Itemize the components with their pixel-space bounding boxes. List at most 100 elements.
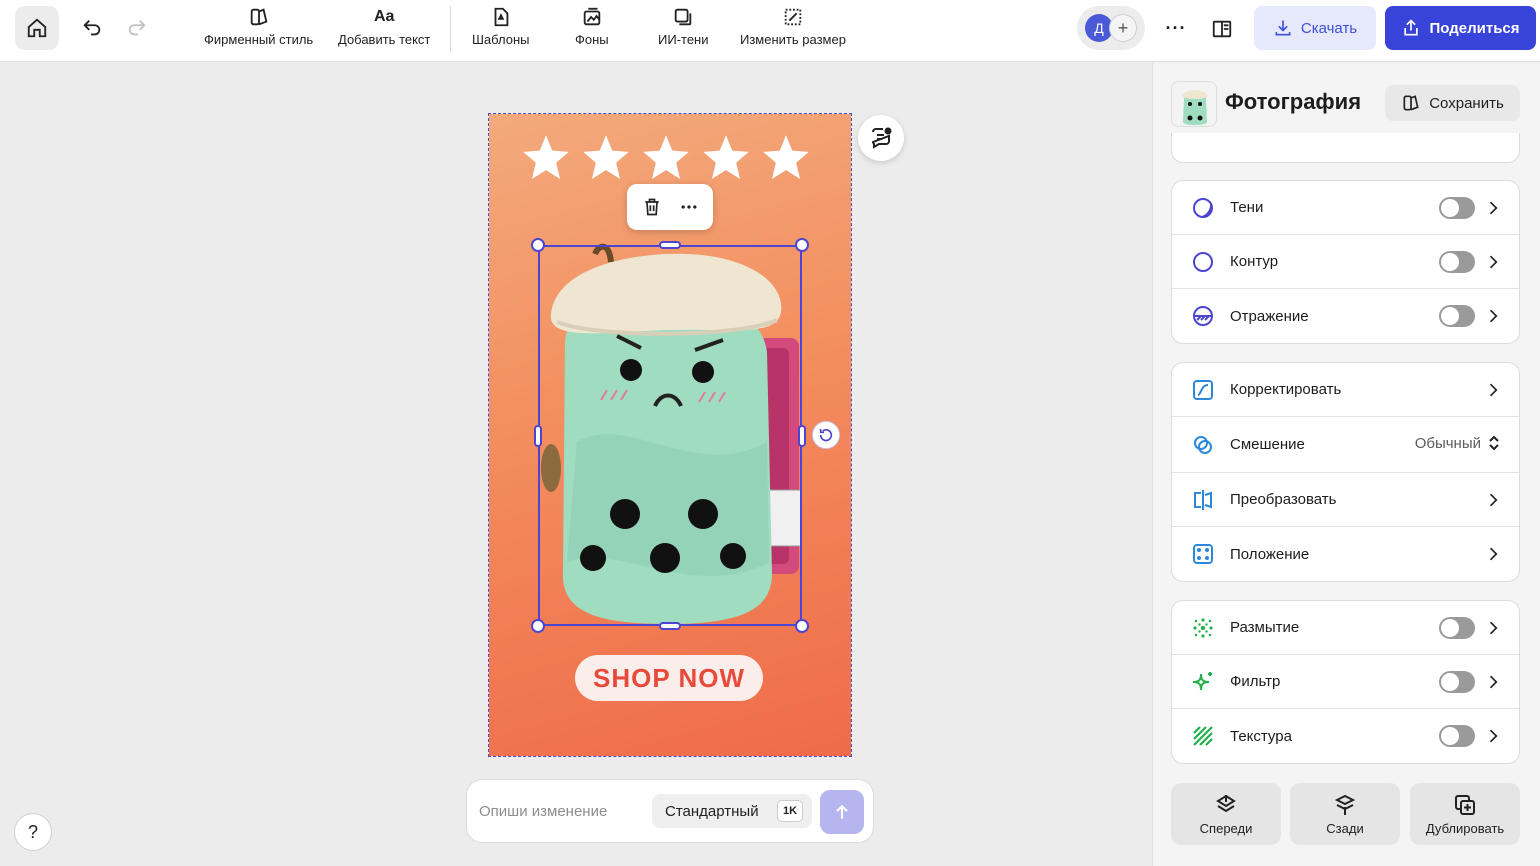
home-icon (27, 18, 47, 38)
tool-resize[interactable]: Изменить размер (740, 6, 846, 47)
filter-toggle[interactable] (1439, 671, 1475, 693)
outline-toggle[interactable] (1439, 251, 1475, 273)
row-filter[interactable]: Фильтр (1172, 655, 1519, 709)
duplicate-icon (1455, 794, 1475, 815)
outline-icon (1193, 251, 1213, 272)
resize-handle-ne[interactable] (795, 238, 809, 252)
shop-now-cta[interactable]: SHOP NOW (575, 655, 763, 701)
row-texture[interactable]: Текстура (1172, 709, 1519, 763)
element-context-menu (627, 184, 713, 230)
row-label: Текстура (1230, 727, 1292, 745)
more-button[interactable]: ··· (1160, 12, 1192, 44)
resize-handle-sw[interactable] (531, 619, 545, 633)
resize-handle-s[interactable] (659, 622, 681, 630)
send-button[interactable] (820, 790, 864, 834)
selection-frame[interactable] (538, 245, 802, 626)
comment-button[interactable] (858, 115, 904, 161)
send-back-icon (1334, 794, 1356, 815)
row-label: Положение (1230, 545, 1310, 563)
brand-style-icon (1403, 95, 1419, 111)
send-to-back-button[interactable]: Сзади (1290, 783, 1400, 845)
row-shadow[interactable]: Тени (1172, 181, 1519, 235)
download-button[interactable]: Скачать (1254, 6, 1376, 50)
tool-label: Фоны (575, 32, 609, 47)
star-icon (583, 135, 629, 180)
resolution-badge: 1K (777, 800, 803, 822)
rotate-handle[interactable] (812, 421, 840, 449)
rotate-icon (819, 429, 833, 442)
quality-label: Стандартный (665, 802, 759, 820)
blur-toggle[interactable] (1439, 617, 1475, 639)
tool-backgrounds[interactable]: Фоны (575, 6, 609, 47)
resize-handle-w[interactable] (534, 425, 542, 447)
resize-handle-e[interactable] (798, 425, 806, 447)
ai-prompt-bar: Стандартный 1K (466, 779, 874, 843)
reflection-toggle[interactable] (1439, 305, 1475, 327)
chevron-right-icon (1489, 493, 1498, 507)
share-button[interactable]: Поделиться (1385, 6, 1536, 50)
blend-icon (1194, 435, 1212, 454)
tool-label: Добавить текст (338, 32, 431, 47)
row-reflection[interactable]: Отражение (1172, 289, 1519, 343)
save-style-button[interactable]: Сохранить (1385, 85, 1520, 121)
prompt-input[interactable] (479, 796, 649, 826)
undo-button[interactable] (74, 10, 110, 46)
templates-icon (494, 7, 509, 27)
shadow-toggle[interactable] (1439, 197, 1475, 219)
chevron-right-icon (1489, 383, 1498, 397)
adjust-icon (1193, 379, 1213, 400)
redo-button[interactable] (119, 10, 155, 46)
bring-to-front-button[interactable]: Спереди (1171, 783, 1281, 845)
save-label: Сохранить (1429, 94, 1504, 112)
brand-style-icon (250, 8, 268, 26)
chevron-right-icon (1489, 201, 1498, 215)
photo-thumbnail (1171, 81, 1217, 127)
duplicate-button[interactable]: Дублировать (1410, 783, 1520, 845)
resize-handle-n[interactable] (659, 241, 681, 249)
ai-shadows-icon (675, 8, 692, 26)
row-label: Размытие (1230, 619, 1300, 636)
bottom-label: Сзади (1326, 820, 1364, 836)
home-button[interactable] (15, 6, 59, 50)
tool-label: Изменить размер (740, 32, 846, 47)
resize-icon (784, 8, 802, 26)
tool-templates[interactable]: Шаблоны (472, 6, 530, 47)
row-label: Преобразовать (1230, 491, 1337, 508)
tool-brand-style[interactable]: Фирменный стиль (204, 6, 313, 47)
chevron-right-icon (1489, 547, 1498, 561)
add-collaborator-button[interactable]: + (1109, 14, 1137, 42)
trash-icon[interactable] (642, 197, 662, 217)
undo-icon (83, 20, 101, 36)
texture-toggle[interactable] (1439, 725, 1475, 747)
row-blur[interactable]: Размытие (1172, 601, 1519, 655)
row-outline[interactable]: Контур (1172, 235, 1519, 289)
shadow-icon (1193, 197, 1213, 218)
share-label: Поделиться (1429, 19, 1520, 37)
row-blend[interactable]: Смешение Обычный (1172, 417, 1519, 473)
row-transform[interactable]: Преобразовать (1172, 473, 1519, 527)
more-options-icon[interactable] (679, 197, 699, 217)
arrow-up-icon (836, 804, 848, 819)
quality-select[interactable]: Стандартный 1K (652, 794, 812, 828)
tool-ai-shadows[interactable]: ИИ-тени (658, 6, 709, 47)
resize-handle-nw[interactable] (531, 238, 545, 252)
resize-handle-se[interactable] (795, 619, 809, 633)
help-button[interactable]: ? (14, 813, 52, 851)
row-label: Отражение (1230, 307, 1309, 325)
row-label: Смешение (1230, 436, 1305, 453)
tool-label: Шаблоны (472, 32, 530, 47)
book-icon (1212, 20, 1232, 38)
row-position[interactable]: Положение (1172, 527, 1519, 581)
star-icon (763, 135, 809, 180)
panel-toggle-button[interactable] (1205, 12, 1239, 46)
tool-add-text[interactable]: Aa Добавить текст (338, 6, 430, 47)
toolbar-divider (450, 6, 451, 52)
rating-stars (520, 132, 812, 184)
blend-mode-select[interactable]: Обычный (1415, 434, 1501, 452)
tool-label: Фирменный стиль (204, 32, 314, 47)
texture-icon (1193, 726, 1213, 746)
row-adjust[interactable]: Корректировать (1172, 363, 1519, 417)
transform-icon (1194, 489, 1212, 510)
redo-icon (128, 20, 146, 36)
star-icon (643, 135, 689, 180)
